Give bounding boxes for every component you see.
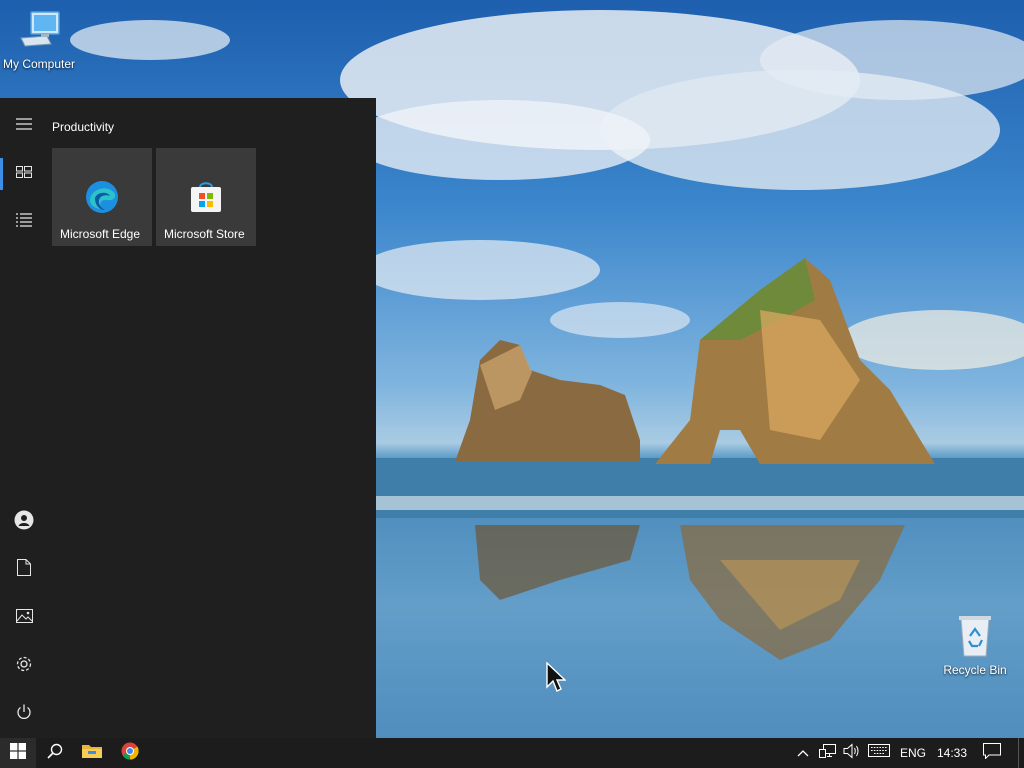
touch-keyboard-button[interactable] xyxy=(866,738,892,768)
tile-microsoft-edge[interactable]: Microsoft Edge xyxy=(52,148,152,246)
all-apps-button[interactable] xyxy=(0,198,48,246)
document-icon xyxy=(17,559,31,581)
power-button[interactable] xyxy=(0,690,48,738)
notification-icon xyxy=(983,742,1001,764)
search-button[interactable] xyxy=(38,738,72,768)
chevron-up-icon xyxy=(797,744,809,762)
computer-icon xyxy=(1,10,77,55)
show-hidden-icons-button[interactable] xyxy=(792,738,814,768)
start-button[interactable] xyxy=(0,738,36,768)
expand-menu-button[interactable] xyxy=(0,102,48,150)
start-menu-rail xyxy=(0,98,48,738)
power-icon xyxy=(16,704,32,725)
speaker-icon xyxy=(843,742,861,764)
action-center-button[interactable] xyxy=(978,738,1006,768)
folder-icon xyxy=(82,743,102,764)
desktop-icon-label: Recycle Bin xyxy=(943,663,1007,677)
recycle-bin-icon xyxy=(937,614,1013,661)
chrome-icon xyxy=(121,742,139,765)
picture-icon xyxy=(15,608,33,628)
pinned-tiles-button[interactable] xyxy=(0,150,48,198)
search-icon xyxy=(47,743,63,764)
documents-button[interactable] xyxy=(0,546,48,594)
mouse-cursor-icon xyxy=(546,661,567,699)
desktop-icon-recycle-bin[interactable]: Recycle Bin xyxy=(937,614,1013,677)
list-icon xyxy=(16,212,32,232)
keyboard-icon xyxy=(868,744,890,762)
account-button[interactable] xyxy=(0,498,48,546)
tiles-icon xyxy=(16,165,32,183)
start-menu: Productivity Microsoft Edge Microsoft St… xyxy=(0,98,376,738)
edge-icon xyxy=(85,180,119,217)
file-explorer-button[interactable] xyxy=(74,738,110,768)
network-icon xyxy=(819,743,837,764)
settings-button[interactable] xyxy=(0,642,48,690)
tile-label: Microsoft Store xyxy=(164,227,245,241)
clock[interactable]: 14:33 xyxy=(932,738,972,768)
tile-microsoft-store[interactable]: Microsoft Store xyxy=(156,148,256,246)
taskbar: ENG 14:33 xyxy=(0,738,1024,768)
tile-label: Microsoft Edge xyxy=(60,227,141,241)
hamburger-icon xyxy=(16,117,32,135)
desktop-icon-label: My Computer xyxy=(2,57,76,71)
input-language-indicator[interactable]: ENG xyxy=(896,738,930,768)
tile-group-title[interactable]: Productivity xyxy=(52,120,114,134)
pictures-button[interactable] xyxy=(0,594,48,642)
network-button[interactable] xyxy=(816,738,840,768)
volume-button[interactable] xyxy=(840,738,864,768)
windows-logo-icon xyxy=(10,742,26,764)
chrome-button[interactable] xyxy=(112,738,148,768)
show-desktop-button[interactable] xyxy=(1018,738,1024,768)
user-icon xyxy=(14,510,34,535)
gear-icon xyxy=(15,655,33,678)
store-icon xyxy=(189,180,223,217)
desktop-icon-my-computer[interactable]: My Computer xyxy=(1,10,77,71)
